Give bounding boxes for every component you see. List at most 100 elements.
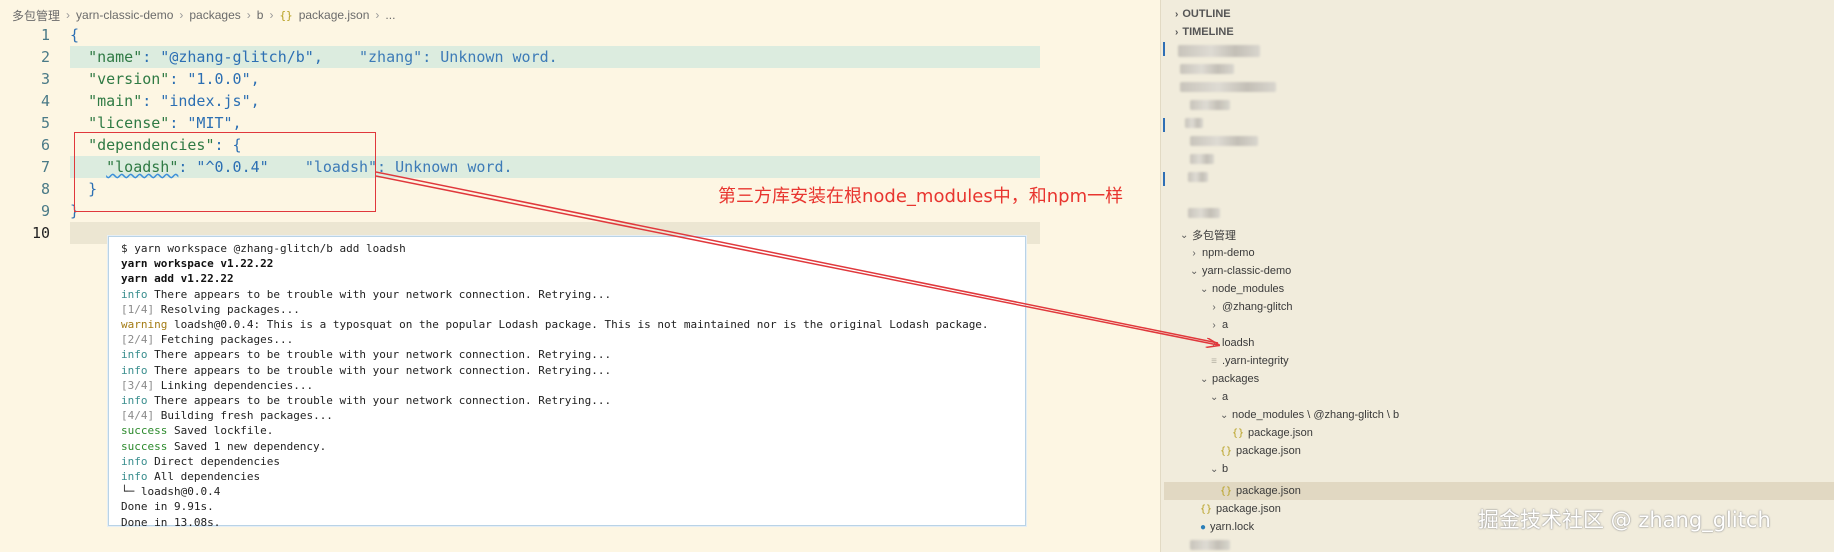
file-icon: ≡: [1211, 355, 1217, 367]
line-number: 5: [40, 114, 50, 132]
spell-warning: "zhang": Unknown word.: [359, 48, 558, 66]
tree-item-package-b[interactable]: ⌄ b: [1210, 460, 1228, 478]
breadcrumb-item-root[interactable]: 多包管理: [12, 7, 60, 24]
tree-item-nested-node-modules[interactable]: ⌄ node_modules \ @zhang-glitch \ b: [1220, 406, 1399, 424]
code-text[interactable]: "main": "index.js",: [70, 90, 260, 112]
tree-item-yarn-integrity[interactable]: ≡ .yarn-integrity: [1210, 352, 1289, 370]
terminal-line: info There appears to be trouble with yo…: [121, 363, 612, 377]
terminal-line: info All dependencies: [121, 470, 261, 484]
terminal-line: yarn workspace v1.22.22: [121, 257, 274, 271]
active-indicator: [1163, 42, 1165, 56]
line-number: 9: [40, 202, 50, 220]
chevron-down-icon: ⌄: [1200, 373, 1209, 385]
chevron-right-icon: ›: [375, 8, 380, 22]
line-number: 4: [40, 92, 50, 110]
watermark: 掘金技术社区 @ zhang_glitch: [1478, 508, 1771, 532]
tree-item-package-json[interactable]: {} package.json: [1232, 424, 1313, 442]
tree-item-multi-package[interactable]: ⌄ 多包管理: [1180, 226, 1236, 244]
tree-item-packages[interactable]: ⌄ packages: [1200, 370, 1259, 388]
tree-item-package-json[interactable]: {} package.json: [1200, 500, 1281, 518]
line-number: 3: [40, 70, 50, 88]
terminal-line: yarn add v1.22.22: [121, 272, 234, 286]
chevron-right-icon: ›: [1212, 319, 1216, 331]
terminal-line: success Saved lockfile.: [121, 424, 274, 438]
line-number: 8: [40, 180, 50, 198]
tree-item-package-json-selected[interactable]: {} package.json: [1220, 482, 1301, 500]
chevron-down-icon: ⌄: [1180, 229, 1189, 241]
chevron-down-icon: ⌄: [1210, 463, 1219, 475]
chevron-right-icon: ›: [66, 8, 71, 22]
breadcrumb-item-packages[interactable]: packages: [189, 8, 240, 22]
active-indicator: [1163, 118, 1165, 132]
tree-item-package-a[interactable]: ⌄ a: [1210, 388, 1228, 406]
breadcrumb-item-b[interactable]: b: [257, 8, 264, 22]
redacted-item: [1190, 154, 1214, 164]
code-line-5[interactable]: 5 "license": "MIT",: [0, 112, 1042, 134]
chevron-right-icon: ›: [246, 8, 251, 22]
annotation-box: [74, 132, 376, 212]
tree-item-yarn-lock[interactable]: ● yarn.lock: [1200, 518, 1254, 536]
outline-section-header[interactable]: › OUTLINE: [1175, 8, 1231, 20]
code-text[interactable]: "license": "MIT",: [70, 112, 242, 134]
chevron-right-icon: ›: [179, 8, 184, 22]
line-number: 10: [31, 224, 50, 242]
breadcrumb-item-more[interactable]: ...: [385, 8, 395, 22]
code-line-3[interactable]: 3 "version": "1.0.0",: [0, 68, 1042, 90]
line-number: 1: [40, 26, 50, 44]
redacted-item: [1185, 118, 1203, 128]
tree-item-zhang-glitch[interactable]: › @zhang-glitch: [1210, 298, 1292, 316]
terminal-line: info There appears to be trouble with yo…: [121, 394, 612, 408]
json-file-icon: {}: [1220, 485, 1233, 497]
line-number: 7: [40, 158, 50, 176]
terminal-line: Done in 13.08s.: [121, 515, 221, 529]
terminal-output: $ yarn workspace @zhang-glitch/b add loa…: [108, 236, 1026, 529]
code-text[interactable]: "name": "@zhang-glitch/b", "zhang": Unkn…: [70, 46, 558, 68]
active-indicator: [1163, 172, 1165, 186]
breadcrumb-item-project[interactable]: yarn-classic-demo: [76, 8, 173, 22]
terminal-line: └─ loadsh@0.0.4: [121, 485, 221, 499]
terminal-line: [2/4] Fetching packages...: [121, 333, 294, 347]
yarn-icon: ●: [1200, 521, 1207, 533]
tree-item-package-json[interactable]: {} package.json: [1220, 442, 1301, 460]
chevron-down-icon: ⌄: [1210, 391, 1219, 403]
code-text[interactable]: {: [70, 24, 79, 46]
tree-item-yarn-classic-demo[interactable]: ⌄ yarn-classic-demo: [1190, 262, 1291, 280]
editor-pane[interactable]: 多包管理 › yarn-classic-demo › packages › b …: [0, 0, 1042, 552]
chevron-right-icon: ›: [1192, 247, 1196, 259]
chevron-right-icon: ›: [1175, 8, 1179, 20]
terminal-line: warning loadsh@0.0.4: This is a typosqua…: [121, 318, 989, 332]
code-line-2[interactable]: 2 "name": "@zhang-glitch/b", "zhang": Un…: [0, 46, 1042, 68]
breadcrumb: 多包管理 › yarn-classic-demo › packages › b …: [12, 6, 395, 24]
tree-item-a[interactable]: › a: [1210, 316, 1228, 334]
json-file-icon: {}: [279, 8, 293, 22]
json-file-icon: {}: [1200, 503, 1213, 515]
code-text[interactable]: "version": "1.0.0",: [70, 68, 260, 90]
code-line-4[interactable]: 4 "main": "index.js",: [0, 90, 1042, 112]
redacted-item: [1180, 82, 1276, 92]
tree-item-npm-demo[interactable]: › npm-demo: [1190, 244, 1254, 262]
terminal-line: [1/4] Resolving packages...: [121, 302, 300, 316]
redacted-item: [1180, 64, 1234, 74]
timeline-section-header[interactable]: › TIMELINE: [1175, 26, 1234, 38]
redacted-item: [1190, 540, 1230, 550]
chevron-right-icon: ›: [1212, 337, 1216, 349]
terminal-line: [3/4] Linking dependencies...: [121, 378, 314, 392]
terminal-line: info Direct dependencies: [121, 454, 280, 468]
redacted-item: [1188, 172, 1208, 182]
terminal-line: info There appears to be trouble with yo…: [121, 287, 612, 301]
annotation-text: 第三方库安装在根node_modules中，和npm一样: [718, 186, 1124, 207]
terminal-line: $ yarn workspace @zhang-glitch/b add loa…: [121, 242, 406, 255]
redacted-item: [1188, 208, 1220, 218]
line-number: 2: [40, 48, 50, 66]
tree-item-node-modules[interactable]: ⌄ node_modules: [1200, 280, 1284, 298]
redacted-item: [1190, 136, 1258, 146]
redacted-item: [1190, 100, 1230, 110]
breadcrumb-item-file[interactable]: package.json: [299, 8, 370, 22]
chevron-right-icon: ›: [1212, 301, 1216, 313]
code-line-1[interactable]: 1 {: [0, 24, 1042, 46]
terminal-line: [4/4] Building fresh packages...: [121, 409, 333, 423]
terminal-line: success Saved 1 new dependency.: [121, 439, 327, 453]
chevron-down-icon: ⌄: [1220, 409, 1229, 421]
line-number: 6: [40, 136, 50, 154]
tree-item-loadsh[interactable]: › loadsh: [1210, 334, 1254, 352]
